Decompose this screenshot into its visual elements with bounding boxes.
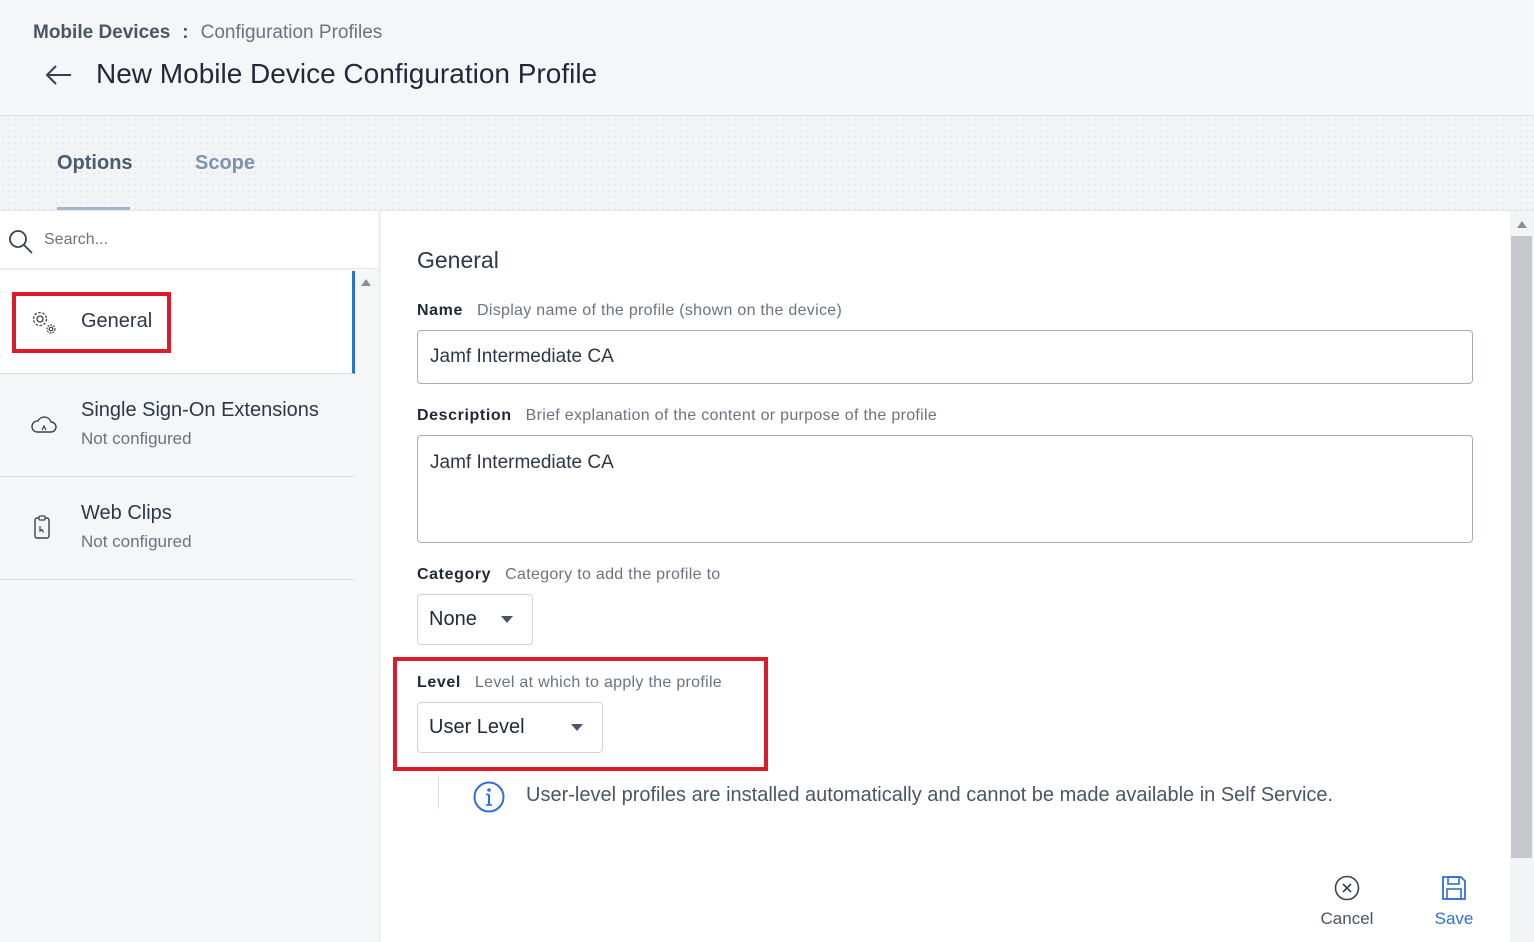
save-button[interactable]: Save: [1428, 875, 1480, 929]
breadcrumb-root-link[interactable]: Mobile Devices: [33, 22, 170, 44]
name-field-label: Name Display name of the profile (shown o…: [417, 302, 842, 320]
sidebar-scroll-up-arrow[interactable]: [361, 279, 371, 286]
caret-down-icon: [501, 616, 513, 623]
category-hint: Category to add the profile to: [505, 566, 721, 583]
floppy-disk-icon: [1442, 876, 1466, 900]
info-message: User-level profiles are installed automa…: [526, 784, 1334, 806]
category-field-label: Category Category to add the profile to: [417, 566, 721, 584]
search-input[interactable]: [44, 227, 364, 253]
description-field-label: Description Brief explanation of the cont…: [417, 407, 937, 425]
category-label: Category: [417, 566, 492, 583]
tab-options-label: Options: [57, 152, 133, 174]
scroll-thumb[interactable]: [1511, 236, 1532, 858]
sidebar-item-label: Single Sign-On Extensions: [81, 399, 319, 421]
cancel-label: Cancel: [1320, 909, 1374, 928]
cancel-circle-x-icon: [1334, 875, 1360, 901]
breadcrumb-separator: :: [182, 22, 189, 43]
description-textarea[interactable]: Jamf Intermediate CA: [417, 435, 1473, 543]
tab-scope[interactable]: Scope: [195, 152, 255, 175]
page-title: New Mobile Device Configuration Profile: [96, 58, 598, 89]
payload-sidebar: General Single Sign-On Extensions Not co…: [0, 211, 380, 942]
breadcrumb: Mobile Devices : Configuration Profiles: [33, 22, 382, 44]
tab-scope-label: Scope: [195, 152, 256, 174]
search-box: [0, 211, 378, 269]
info-divider: [438, 775, 439, 809]
category-select[interactable]: None: [417, 594, 533, 645]
sidebar-item-web-clips[interactable]: Web Clips Not configured: [0, 477, 355, 580]
section-title: General: [417, 247, 499, 273]
cancel-button[interactable]: Cancel: [1314, 875, 1380, 929]
name-hint: Display name of the profile (shown on th…: [476, 302, 843, 319]
general-payload-panel: General Name Display name of the profile …: [381, 211, 1510, 942]
info-icon: [473, 781, 505, 813]
search-icon: [9, 230, 33, 254]
sidebar-item-single-sign-on-extensions[interactable]: Single Sign-On Extensions Not configured: [0, 374, 355, 477]
breadcrumb-current-link[interactable]: Configuration Profiles: [201, 22, 383, 44]
category-select-value: None: [429, 608, 477, 630]
page-header: Mobile Devices : Configuration Profiles …: [0, 0, 1534, 116]
name-input[interactable]: Jamf Intermediate CA: [417, 330, 1473, 384]
main-scrollbar[interactable]: [1510, 211, 1534, 942]
description-label: Description: [417, 407, 512, 424]
web-clip-icon: [34, 515, 50, 539]
back-arrow-icon[interactable]: [44, 62, 74, 88]
sidebar-item-label: Web Clips: [81, 502, 172, 524]
description-hint: Brief explanation of the content or purp…: [525, 407, 938, 424]
cloud-icon: [31, 416, 57, 433]
tab-bar: Options Scope: [0, 116, 1534, 211]
name-label: Name: [417, 302, 463, 319]
sidebar-item-status: Not configured: [81, 429, 192, 448]
highlight-box-general: [12, 292, 171, 353]
scroll-up-arrow[interactable]: [1517, 221, 1527, 228]
active-tab-indicator: [57, 207, 130, 210]
sidebar-item-status: Not configured: [81, 532, 192, 551]
highlight-box-level: [393, 657, 768, 771]
tab-options[interactable]: Options: [57, 152, 133, 210]
save-label: Save: [1434, 909, 1474, 928]
